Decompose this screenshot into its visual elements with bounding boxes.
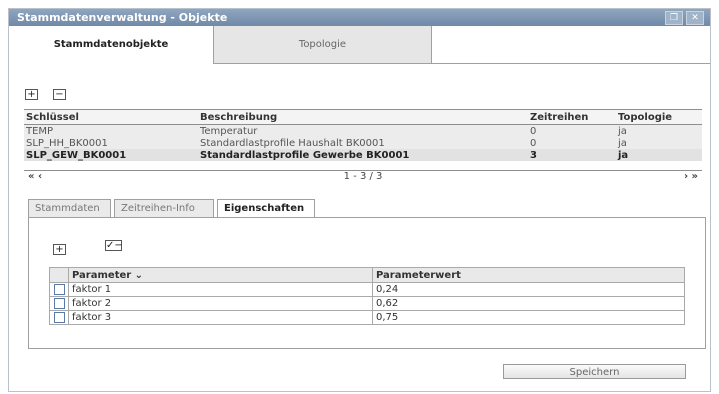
row-checkbox-cell	[49, 282, 69, 297]
add-parameter-button[interactable]: +	[53, 244, 66, 255]
cell-topologie: ja	[616, 124, 702, 137]
table-row[interactable]: faktor 2 0,62	[49, 296, 685, 311]
window-titlebar: Stammdatenverwaltung - Objekte ❐ ✕	[9, 9, 710, 26]
cell-parameterwert[interactable]: 0,62	[372, 296, 685, 311]
select-all-header	[49, 267, 69, 283]
chevron-down-icon[interactable]: ⌄	[135, 270, 143, 281]
cell-parameter: faktor 2	[68, 296, 373, 311]
pagination-bar: « ‹ 1 - 3 / 3 › »	[24, 170, 702, 183]
cell-parameter: faktor 1	[68, 282, 373, 297]
window-title: Stammdatenverwaltung - Objekte	[17, 11, 228, 24]
cell-key: SLP_GEW_BK0001	[24, 149, 198, 161]
main-tab-bar: Stammdatenobjekte Topologie	[9, 26, 710, 64]
cell-parameterwert[interactable]: 0,75	[372, 310, 685, 325]
table-row[interactable]: SLP_HH_BK0001 Standardlastprofile Hausha…	[24, 137, 702, 149]
cell-zeitreihen: 3	[528, 149, 616, 161]
cell-topologie: ja	[616, 149, 702, 161]
restore-icon[interactable]: ❐	[665, 11, 683, 25]
row-checkbox[interactable]	[53, 297, 65, 309]
tab-topologie[interactable]: Topologie	[214, 26, 432, 63]
tab-stammdatenobjekte[interactable]: Stammdatenobjekte	[9, 26, 214, 64]
cell-zeitreihen: 0	[528, 124, 616, 137]
cell-key: TEMP	[24, 124, 198, 137]
table-row[interactable]: TEMP Temperatur 0 ja	[24, 124, 702, 137]
cell-zeitreihen: 0	[528, 137, 616, 149]
cell-topologie: ja	[616, 137, 702, 149]
column-header-parameterwert[interactable]: Parameterwert	[372, 267, 685, 283]
close-icon[interactable]: ✕	[686, 11, 704, 25]
save-button[interactable]: Speichern	[503, 364, 686, 379]
cell-parameterwert[interactable]: 0,24	[372, 282, 685, 297]
column-header-schluessel[interactable]: Schlüssel	[24, 109, 198, 125]
edit-parameter-button[interactable]: ✓−	[105, 240, 123, 251]
tab-zeitreihen-info[interactable]: Zeitreihen-Info	[114, 199, 214, 217]
table-row[interactable]: faktor 3 0,75	[49, 310, 685, 325]
column-header-parameter[interactable]: Parameter ⌄	[68, 267, 373, 283]
cell-description: Standardlastprofile Haushalt BK0001	[198, 137, 528, 149]
parameters-table: Parameter ⌄ Parameterwert faktor 1 0,24 …	[49, 267, 685, 325]
column-header-parameter-label: Parameter	[72, 269, 132, 281]
cell-description: Standardlastprofile Gewerbe BK0001	[198, 149, 528, 161]
row-checkbox-cell	[49, 296, 69, 311]
page-info: 1 - 3 / 3	[343, 171, 383, 182]
row-checkbox-cell	[49, 310, 69, 325]
column-header-zeitreihen[interactable]: Zeitreihen	[528, 109, 616, 125]
tab-eigenschaften[interactable]: Eigenschaften	[217, 199, 315, 218]
table-row-selected[interactable]: SLP_GEW_BK0001 Standardlastprofile Gewer…	[24, 149, 702, 161]
objects-table: Schlüssel Beschreibung Zeitreihen Topolo…	[24, 109, 702, 161]
next-last-page-button[interactable]: › »	[684, 171, 698, 182]
row-checkbox[interactable]	[53, 283, 65, 295]
column-header-topologie[interactable]: Topologie	[616, 109, 702, 125]
remove-object-button[interactable]: −	[53, 89, 66, 100]
cell-parameter: faktor 3	[68, 310, 373, 325]
column-header-beschreibung[interactable]: Beschreibung	[198, 109, 528, 125]
row-checkbox[interactable]	[53, 311, 65, 323]
cell-description: Temperatur	[198, 124, 528, 137]
tab-stammdaten[interactable]: Stammdaten	[28, 199, 111, 217]
add-object-button[interactable]: +	[25, 89, 38, 100]
table-row[interactable]: faktor 1 0,24	[49, 282, 685, 297]
cell-key: SLP_HH_BK0001	[24, 137, 198, 149]
